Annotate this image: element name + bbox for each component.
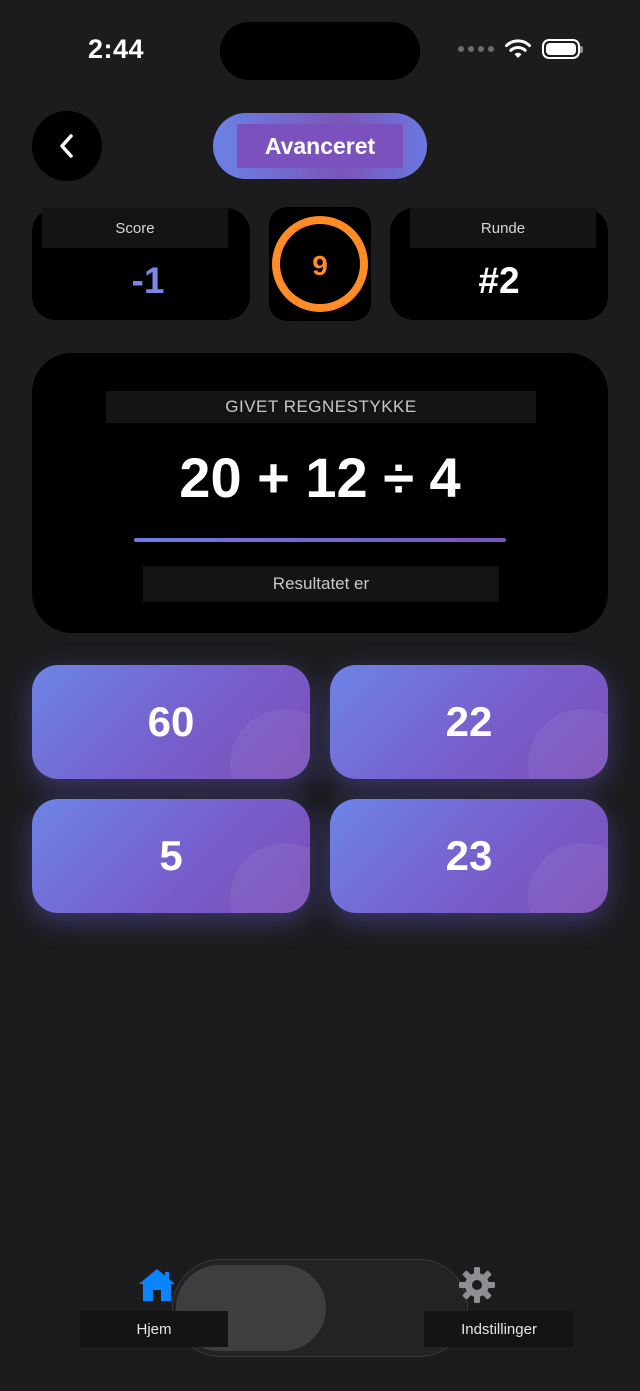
answer-value: 5 — [159, 832, 183, 879]
question-label: GIVET REGNESTYKKE — [106, 391, 536, 423]
difficulty-badge: Avanceret — [213, 113, 427, 179]
round-label: Runde — [410, 208, 596, 248]
answer-button-4[interactable]: 23 — [330, 799, 608, 913]
dynamic-island — [220, 22, 420, 80]
tab-home[interactable]: Hjem — [80, 1311, 228, 1347]
timer-value: 9 — [312, 250, 328, 281]
question-divider — [134, 538, 506, 542]
timer-card: 9 — [269, 207, 371, 321]
answer-value: 60 — [147, 698, 195, 745]
gear-icon[interactable] — [458, 1266, 496, 1304]
timer-ring: 9 — [272, 216, 368, 312]
difficulty-label: Avanceret — [236, 124, 404, 168]
answer-button-2[interactable]: 22 — [330, 665, 608, 779]
cellular-signal-icon — [458, 46, 494, 52]
chevron-left-icon — [60, 134, 73, 158]
battery-icon — [542, 39, 583, 59]
home-icon[interactable] — [137, 1266, 177, 1304]
score-value: -1 — [131, 260, 165, 301]
score-label: Score — [42, 208, 228, 248]
back-button[interactable] — [32, 111, 102, 181]
quiz-screen: 2:44 Avanceret Score -1 9 Runde #2 GIVET… — [0, 0, 640, 1391]
answer-button-3[interactable]: 5 — [32, 799, 310, 913]
status-icons — [458, 38, 583, 60]
wifi-icon — [505, 39, 531, 58]
tab-settings[interactable]: Indstillinger — [424, 1311, 574, 1347]
answer-value: 22 — [445, 698, 493, 745]
answer-button-1[interactable]: 60 — [32, 665, 310, 779]
answer-value: 23 — [445, 832, 493, 879]
status-time: 2:44 — [88, 34, 145, 64]
round-card: Runde #2 — [390, 208, 608, 320]
question-hint: Resultatet er — [143, 566, 499, 602]
score-card: Score -1 — [32, 208, 250, 320]
round-value: #2 — [478, 260, 520, 301]
question-card: GIVET REGNESTYKKE 20 + 12 ÷ 4 Resultatet… — [32, 353, 608, 633]
question-expression: 20 + 12 ÷ 4 — [179, 446, 461, 509]
